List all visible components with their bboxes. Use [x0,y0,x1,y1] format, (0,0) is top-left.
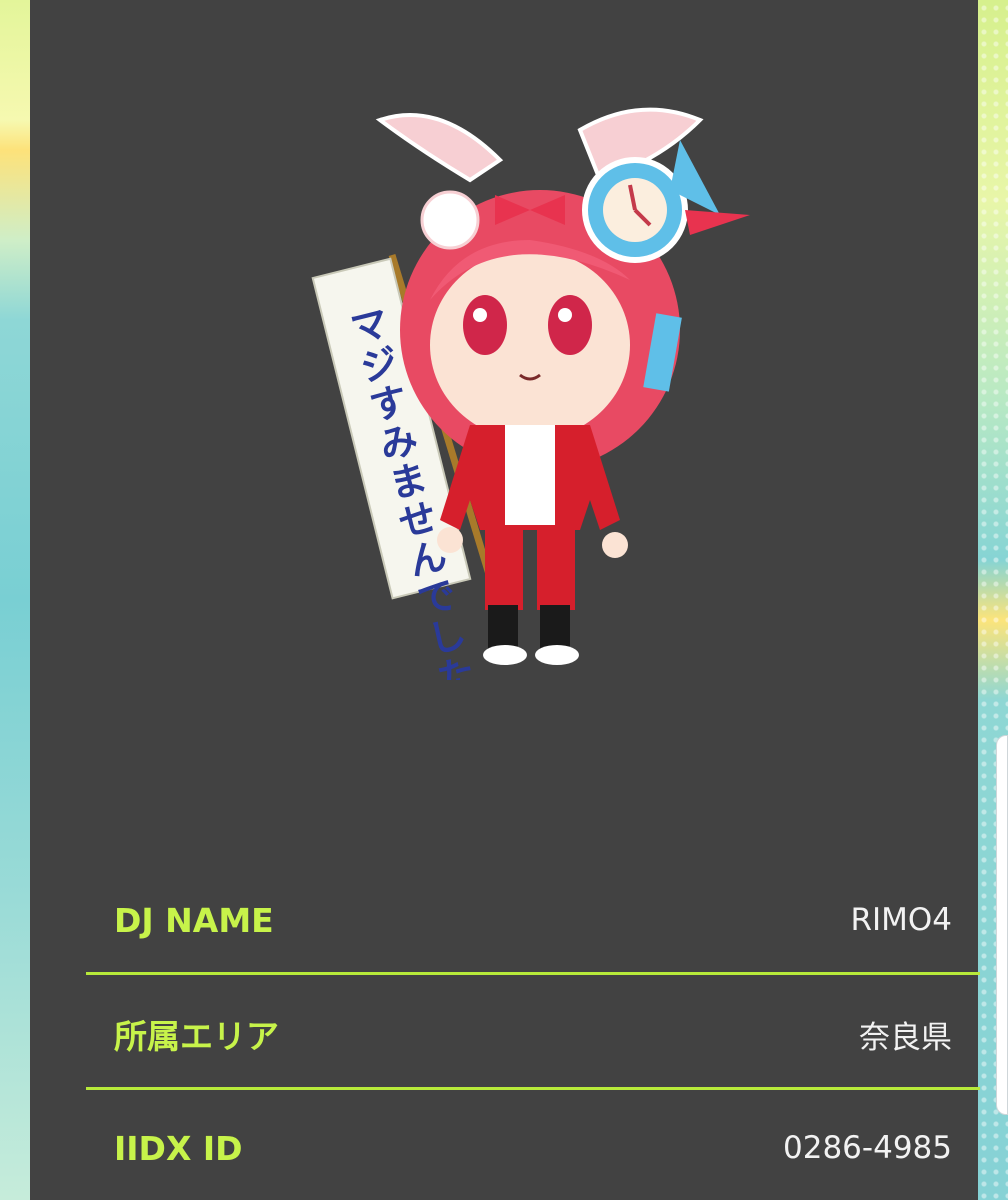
scrollbar-handle[interactable] [996,735,1008,1115]
iidx-id-label: IIDX ID [114,1128,243,1168]
dj-name-value: RIMO4 [850,902,952,938]
chibi-character-avatar-icon: マジすみませんでした [311,107,750,680]
profile-row-dj-name: DJ NAME RIMO4 [86,888,980,952]
profile-row-iidx-id: IIDX ID 0286-4985 [86,1116,980,1180]
profile-panel: マジすみませんでした DJ NAME RIMO4 所属エリア 奈良県 IIDX … [30,0,980,1200]
area-label: 所属エリア [114,1017,279,1056]
iidx-id-value: 0286-4985 [783,1130,952,1166]
area-value: 奈良県 [859,1019,952,1056]
profile-row-area: 所属エリア 奈良県 [86,1002,980,1066]
divider [86,1087,980,1090]
dj-name-label: DJ NAME [114,900,274,940]
divider [86,972,980,975]
decorative-background-left [0,0,30,1200]
